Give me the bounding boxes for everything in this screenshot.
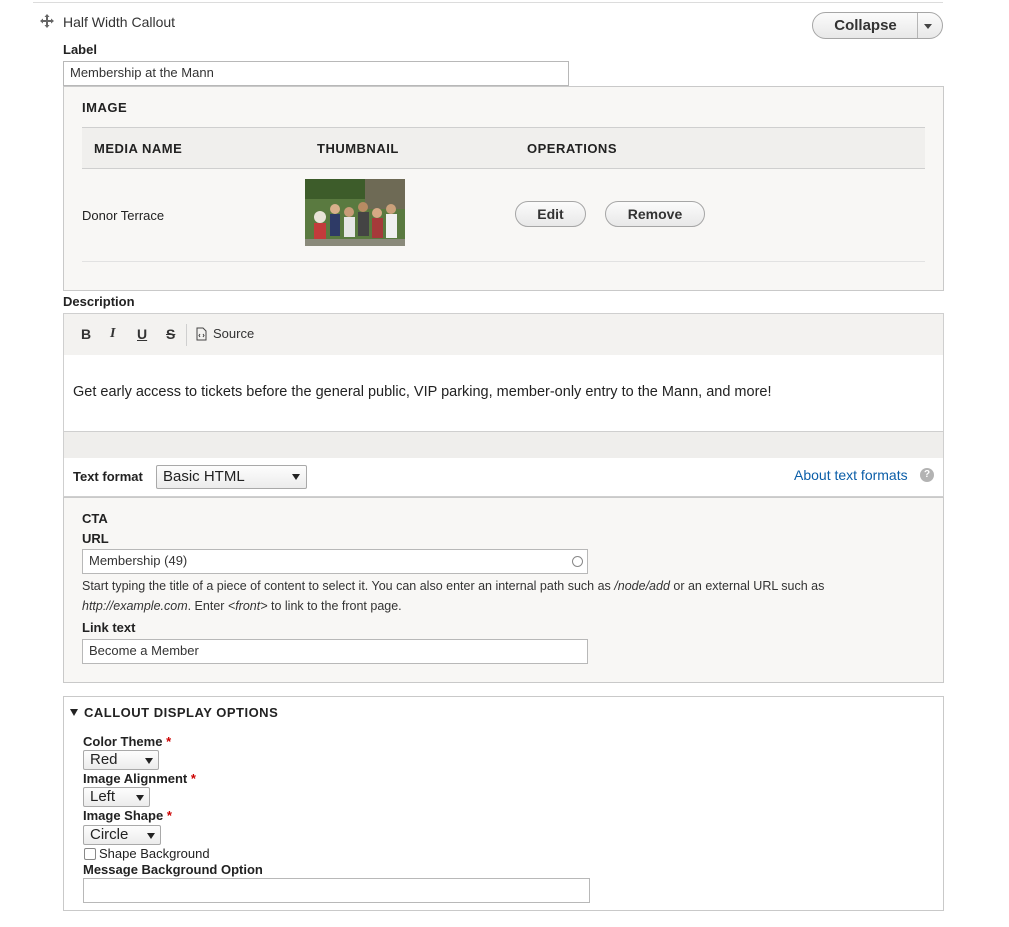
dropdown-arrow-icon (145, 758, 153, 764)
url-help-part: Start typing the title of a piece of con… (82, 579, 615, 593)
message-bg-input[interactable] (83, 878, 590, 903)
toolbar-separator (186, 324, 187, 346)
required-marker: * (166, 734, 172, 749)
image-shape-value: Circle (90, 826, 129, 843)
display-options-legend[interactable]: CALLOUT DISPLAY OPTIONS (84, 705, 278, 720)
table-header (82, 127, 925, 169)
url-value: Membership (49) (89, 553, 188, 568)
url-help-part: . Enter (187, 599, 228, 613)
dropdown-arrow-icon (147, 833, 155, 839)
url-help-front: <front> (227, 599, 268, 613)
remove-button[interactable]: Remove (605, 201, 705, 227)
text-format-value: Basic HTML (163, 468, 245, 485)
dropdown-arrow-icon (136, 795, 144, 801)
thumbnail-image (305, 179, 405, 246)
url-input[interactable]: Membership (49) (82, 549, 588, 574)
column-header-media-name: MEDIA NAME (94, 141, 183, 156)
url-help-part: or an external URL such as (669, 579, 825, 593)
text-format-row: Text format Basic HTML About text format… (63, 458, 944, 497)
label-input[interactable]: Membership at the Mann (63, 61, 569, 86)
column-header-operations: OPERATIONS (527, 141, 617, 156)
editor-content[interactable]: Get early access to tickets before the g… (63, 355, 944, 432)
collapse-label: Collapse (834, 17, 897, 34)
collapse-button[interactable]: Collapse (812, 12, 943, 39)
top-divider (33, 2, 943, 3)
drag-handle-icon[interactable] (40, 14, 54, 28)
required-marker: * (190, 771, 196, 786)
dropdown-arrow-icon (292, 474, 300, 480)
about-text-formats-link[interactable]: About text formats (794, 467, 908, 483)
shape-background-label: Shape Background (99, 846, 210, 861)
text-format-label: Text format (73, 469, 143, 484)
url-help-text: Start typing the title of a piece of con… (82, 576, 922, 616)
editor-text: Get early access to tickets before the g… (73, 384, 772, 400)
editor-toolbar: B I U S Source (63, 313, 944, 356)
bold-button[interactable]: B (81, 326, 91, 342)
strikethrough-button[interactable]: S (166, 326, 175, 342)
autocomplete-throbber-icon (572, 556, 583, 567)
image-shape-select[interactable]: Circle (83, 825, 161, 845)
link-text-label: Link text (82, 620, 136, 635)
triangle-down-icon[interactable] (70, 709, 78, 716)
edit-button[interactable]: Edit (515, 201, 586, 227)
description-label: Description (63, 294, 135, 309)
image-alignment-value: Left (90, 788, 116, 805)
row-divider (82, 261, 925, 262)
italic-button[interactable]: I (110, 326, 115, 342)
cta-legend: CTA (82, 511, 108, 526)
color-theme-label-text: Color Theme (83, 734, 163, 749)
image-alignment-select[interactable]: Left (83, 787, 150, 807)
image-shape-label: Image Shape * (83, 808, 172, 823)
editor-statusbar (63, 431, 944, 459)
help-icon[interactable]: ? (920, 468, 934, 482)
color-theme-label: Color Theme * (83, 734, 171, 749)
image-alignment-label-text: Image Alignment (83, 771, 188, 786)
chevron-down-icon[interactable] (924, 24, 932, 29)
underline-button[interactable]: U (137, 326, 147, 342)
shape-background-checkbox[interactable] (84, 848, 96, 860)
text-format-select[interactable]: Basic HTML (156, 465, 307, 489)
source-icon[interactable] (196, 327, 207, 341)
url-help-part: to link to the front page. (267, 599, 402, 613)
required-marker: * (166, 808, 172, 823)
media-name-cell: Donor Terrace (82, 208, 165, 223)
url-help-node-add: /node/add (614, 579, 670, 593)
image-shape-label-text: Image Shape (83, 808, 164, 823)
image-legend: IMAGE (82, 100, 128, 115)
link-text-input[interactable]: Become a Member (82, 639, 588, 664)
collapse-divider (917, 13, 918, 38)
url-label: URL (82, 531, 109, 546)
image-alignment-label: Image Alignment * (83, 771, 196, 786)
message-bg-label: Message Background Option (83, 862, 263, 877)
url-help-example: http://example.com (82, 599, 188, 613)
color-theme-select[interactable]: Red (83, 750, 159, 770)
source-button[interactable]: Source (213, 326, 254, 341)
color-theme-value: Red (90, 751, 118, 768)
label-field-label: Label (63, 42, 97, 57)
column-header-thumbnail: THUMBNAIL (317, 141, 399, 156)
paragraph-title: Half Width Callout (63, 14, 176, 30)
